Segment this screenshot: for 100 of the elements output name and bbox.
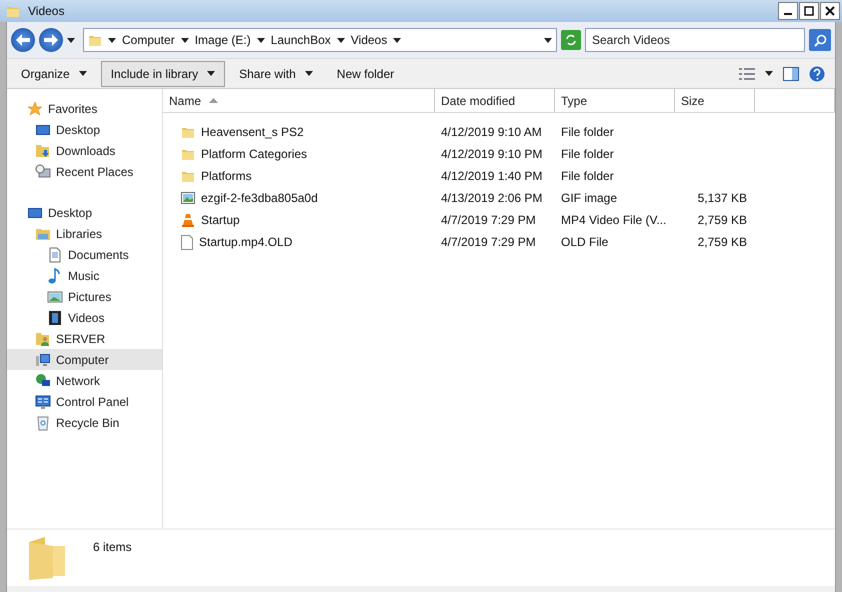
file-row[interactable]: Startup 4/7/2019 7:29 PM MP4 Video File (V... 2,759 KB bbox=[163, 209, 835, 231]
music-note-icon bbox=[47, 268, 63, 284]
refresh-button[interactable] bbox=[561, 30, 581, 50]
close-icon bbox=[825, 6, 835, 16]
toolbar-button[interactable]: Share with bbox=[229, 60, 323, 86]
film-strip-icon bbox=[47, 310, 63, 326]
type-cell: File folder bbox=[561, 125, 614, 139]
sidebar-item[interactable]: Desktop bbox=[7, 119, 162, 140]
star-icon bbox=[27, 100, 43, 116]
minimize-icon bbox=[784, 13, 792, 15]
sidebar-item[interactable]: Music bbox=[7, 265, 162, 286]
file-icon bbox=[181, 234, 193, 250]
file-row[interactable]: Platform Categories 4/12/2019 9:10 PM File folder bbox=[163, 143, 835, 165]
sidebar-item[interactable]: Videos bbox=[7, 307, 162, 328]
history-caret-icon bbox=[67, 38, 75, 42]
date-cell: 4/12/2019 1:40 PM bbox=[441, 169, 542, 183]
breadcrumb-link[interactable]: Videos bbox=[350, 31, 388, 49]
search-field[interactable]: Search Videos bbox=[585, 28, 805, 52]
toolbar-button[interactable]: Include in library bbox=[100, 60, 226, 86]
sidebar-item[interactable]: Desktop bbox=[7, 202, 162, 223]
file-row[interactable]: Platforms 4/12/2019 1:40 PM File folder bbox=[163, 165, 835, 187]
clock-monitor-icon bbox=[35, 164, 51, 180]
search-button[interactable] bbox=[809, 29, 831, 51]
image-file-icon bbox=[181, 191, 195, 205]
folder-icon bbox=[88, 33, 102, 47]
size-cell: 5,137 KB bbox=[698, 191, 747, 205]
preview-pane-icon[interactable] bbox=[783, 66, 799, 80]
type-cell: MP4 Video File (V... bbox=[561, 213, 666, 227]
picture-icon bbox=[47, 288, 63, 304]
breadcrumb-link[interactable]: Computer bbox=[122, 31, 175, 49]
folder-arrow-icon bbox=[35, 142, 51, 158]
column-header[interactable]: Name bbox=[163, 89, 435, 112]
close-button[interactable] bbox=[820, 2, 840, 20]
column-header[interactable]: Date modified bbox=[435, 89, 555, 112]
file-name: Platforms bbox=[201, 168, 252, 185]
breadcrumb-link[interactable]: LaunchBox bbox=[270, 31, 331, 49]
sidebar-item[interactable]: Network bbox=[7, 370, 162, 391]
file-name: ezgif-2-fe3dba805a0d bbox=[201, 190, 318, 207]
file-name: Platform Categories bbox=[201, 146, 308, 163]
size-cell: 2,759 KB bbox=[698, 235, 747, 249]
maximize-icon bbox=[804, 6, 814, 16]
right-arrow-icon bbox=[44, 34, 58, 46]
sidebar-item[interactable]: Recycle Bin bbox=[7, 412, 162, 433]
sidebar-item[interactable]: Documents bbox=[7, 244, 162, 265]
file-name: Startup.mp4.OLD bbox=[199, 234, 292, 251]
sidebar-item[interactable]: Computer bbox=[7, 349, 162, 370]
column-header[interactable]: Size bbox=[675, 89, 755, 112]
type-cell: File folder bbox=[561, 147, 614, 161]
caret-icon bbox=[180, 38, 189, 42]
type-cell: OLD File bbox=[561, 235, 608, 249]
date-cell: 4/12/2019 9:10 PM bbox=[441, 147, 542, 161]
sidebar-item[interactable]: Libraries bbox=[7, 223, 162, 244]
date-cell: 4/13/2019 2:06 PM bbox=[441, 191, 542, 205]
folder-icon bbox=[6, 4, 20, 18]
folder-icon bbox=[181, 125, 195, 139]
column-header[interactable]: Type bbox=[555, 89, 675, 112]
file-row[interactable]: Startup.mp4.OLD 4/7/2019 7:29 PM OLD File 2,759 KB bbox=[163, 231, 835, 253]
type-cell: File folder bbox=[561, 169, 614, 183]
back-button[interactable] bbox=[11, 28, 35, 52]
recycle-bin-icon bbox=[35, 414, 51, 430]
caret-icon bbox=[336, 38, 345, 42]
toolbar-button[interactable]: Organize bbox=[11, 60, 97, 86]
minimize-button[interactable] bbox=[778, 2, 798, 20]
maximize-button[interactable] bbox=[799, 2, 819, 20]
user-folder-icon bbox=[35, 330, 51, 346]
date-cell: 4/7/2019 7:29 PM bbox=[441, 213, 536, 227]
help-icon[interactable] bbox=[809, 66, 825, 82]
search-icon bbox=[814, 34, 826, 46]
folder-icon bbox=[181, 147, 195, 161]
sidebar-item[interactable]: Favorites bbox=[7, 98, 162, 119]
refresh-icon bbox=[565, 34, 577, 46]
view-caret-icon bbox=[765, 71, 773, 76]
toolbar-button[interactable]: New folder bbox=[326, 60, 404, 86]
control-panel-icon bbox=[35, 394, 51, 410]
file-name: Heavensent_s PS2 bbox=[201, 124, 304, 141]
left-arrow-icon bbox=[16, 34, 30, 46]
date-cell: 4/12/2019 9:10 AM bbox=[441, 125, 542, 139]
date-cell: 4/7/2019 7:29 PM bbox=[441, 235, 536, 249]
file-row[interactable]: ezgif-2-fe3dba805a0d 4/13/2019 2:06 PM GIF image 5,137 KB bbox=[163, 187, 835, 209]
dropdown-caret-icon bbox=[544, 38, 552, 42]
computer-icon bbox=[35, 352, 51, 368]
caret-icon bbox=[393, 38, 402, 42]
window-title: Videos bbox=[28, 3, 64, 20]
address-bar[interactable]: Computer Image (E:) LaunchBox Videos bbox=[83, 28, 557, 52]
file-row[interactable]: Heavensent_s PS2 4/12/2019 9:10 AM File folder bbox=[163, 121, 835, 143]
globe-monitor-icon bbox=[35, 372, 51, 388]
traffic-cone-icon bbox=[181, 213, 195, 227]
sidebar-item[interactable]: Recent Places bbox=[7, 161, 162, 182]
type-cell: GIF image bbox=[561, 191, 618, 205]
sidebar-item[interactable]: Downloads bbox=[7, 140, 162, 161]
forward-button[interactable] bbox=[39, 28, 63, 52]
view-list-icon[interactable] bbox=[739, 68, 755, 80]
file-name: Startup bbox=[201, 212, 240, 229]
sidebar-item[interactable]: SERVER bbox=[7, 328, 162, 349]
folder-icon bbox=[181, 169, 195, 183]
item-count: 6 items bbox=[93, 539, 132, 556]
sidebar-item[interactable]: Control Panel bbox=[7, 391, 162, 412]
sidebar-item[interactable]: Pictures bbox=[7, 286, 162, 307]
size-cell: 2,759 KB bbox=[698, 213, 747, 227]
breadcrumb-link[interactable]: Image (E:) bbox=[194, 31, 251, 49]
